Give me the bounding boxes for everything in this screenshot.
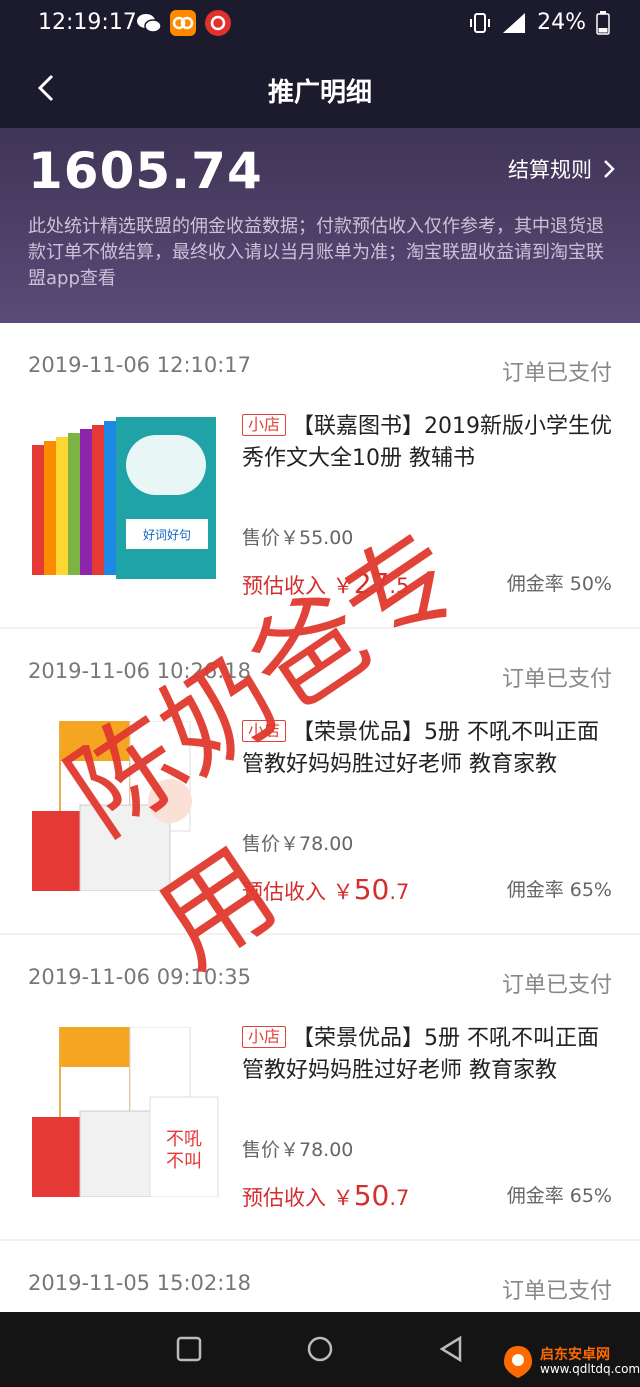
- order-status: 订单已支付: [501, 361, 612, 386]
- battery-percent: 24%: [537, 10, 586, 35]
- order-status: 订单已支付: [501, 667, 612, 692]
- triangle-back-icon: [439, 1335, 462, 1363]
- back-nav-button[interactable]: [436, 1334, 466, 1364]
- circle-icon: [307, 1336, 333, 1362]
- product-image: 不吼 不叫: [30, 1026, 220, 1198]
- status-right: 24%: [469, 10, 610, 35]
- svg-text:不叫: 不叫: [166, 1151, 202, 1172]
- music-icon: [205, 10, 231, 36]
- estimated-income: 预估收入 ￥50.7: [242, 873, 409, 906]
- wechat-icon: [136, 10, 162, 36]
- earnings-summary: 1605.74 结算规则 此处统计精选联盟的佣金收益数据；付款预估收入仅作参考，…: [0, 128, 640, 323]
- order-datetime: 2019-11-05 15:02:18: [28, 1271, 252, 1295]
- estimated-label: 预估收入 ￥: [242, 1186, 354, 1210]
- product-image: [30, 720, 220, 892]
- product-title-text: 【联嘉图书】2019新版小学生优秀作文大全10册 教辅书: [242, 414, 613, 471]
- estimated-income: 预估收入 ￥27.5: [242, 567, 409, 600]
- order-datetime: 2019-11-06 10:26:18: [28, 659, 252, 683]
- app-icon: [170, 10, 196, 36]
- order-status: 订单已支付: [501, 973, 612, 998]
- shop-tag: 小店: [242, 720, 287, 742]
- estimated-int: 50: [353, 873, 390, 906]
- order-card[interactable]: 2019-11-06 10:26:18 订单已支付 小店 【荣景优品】5册 不吼不…: [0, 629, 640, 933]
- estimated-income: 预估收入 ￥50.7: [242, 1179, 409, 1212]
- commission-rate: 佣金率 65%: [506, 879, 612, 901]
- signal-icon: [503, 12, 526, 33]
- order-card[interactable]: 2019-11-06 09:10:35 订单已支付 不吼 不叫 小店 【荣景优品】…: [0, 935, 640, 1239]
- shop-tag: 小店: [242, 414, 287, 436]
- chevron-right-icon: [604, 160, 615, 178]
- settlement-rules-link[interactable]: 结算规则: [508, 154, 616, 184]
- commission-rate: 佣金率 50%: [506, 573, 612, 595]
- product-image: 好词好句: [30, 415, 220, 585]
- order-datetime: 2019-11-06 09:10:35: [28, 965, 252, 989]
- order-card[interactable]: 2019-11-06 12:10:17 订单已支付 好词好句 小店 【联嘉图书】2…: [0, 323, 640, 627]
- vibrate-icon: [470, 12, 491, 33]
- estimated-int: 27: [353, 567, 390, 600]
- svg-text:好词好句: 好词好句: [143, 528, 191, 542]
- product-title[interactable]: 小店 【荣景优品】5册 不吼不叫正面管教好妈妈胜过好老师 教育家教: [242, 717, 614, 781]
- estimated-label: 预估收入 ￥: [242, 880, 354, 904]
- estimated-dec: .7: [389, 880, 410, 904]
- shop-tag: 小店: [242, 1026, 287, 1048]
- product-title[interactable]: 小店 【荣景优品】5册 不吼不叫正面管教好妈妈胜过好老师 教育家教: [242, 1023, 614, 1087]
- estimated-dec: .7: [389, 1186, 410, 1210]
- product-title-text: 【荣景优品】5册 不吼不叫正面管教好妈妈胜过好老师 教育家教: [242, 1026, 600, 1083]
- product-price: 售价￥55.00: [242, 527, 354, 549]
- nav-bar: 推广明细: [0, 48, 640, 128]
- svg-text:不吼: 不吼: [166, 1129, 202, 1150]
- product-title[interactable]: 小店 【联嘉图书】2019新版小学生优秀作文大全10册 教辅书: [242, 411, 614, 475]
- order-card[interactable]: 2019-11-05 15:02:18 订单已支付: [0, 1241, 640, 1312]
- commission-rate: 佣金率 65%: [506, 1185, 612, 1207]
- site-watermark: 启东安卓网 www.qdltdq.com: [500, 1342, 640, 1382]
- product-title-text: 【荣景优品】5册 不吼不叫正面管教好妈妈胜过好老师 教育家教: [242, 720, 600, 777]
- estimated-dec: .5: [389, 574, 410, 598]
- order-datetime: 2019-11-06 12:10:17: [28, 353, 252, 377]
- product-price: 售价￥78.00: [242, 833, 354, 855]
- status-bar: 12:19:17 24%: [0, 0, 640, 48]
- recent-apps-button[interactable]: [174, 1334, 204, 1364]
- page-title: 推广明细: [267, 78, 372, 108]
- settlement-rules-label: 结算规则: [508, 158, 592, 182]
- home-button[interactable]: [305, 1334, 335, 1364]
- estimated-label: 预估收入 ￥: [242, 574, 354, 598]
- watermark-title: 启东安卓网: [540, 1347, 610, 1363]
- battery-icon: [596, 10, 610, 35]
- watermark-logo-icon: [504, 1346, 532, 1378]
- estimated-int: 50: [353, 1179, 390, 1212]
- summary-note: 此处统计精选联盟的佣金收益数据；付款预估收入仅作参考，其中退货退款订单不做结算，…: [28, 216, 604, 289]
- watermark-url: www.qdltdq.com: [540, 1362, 640, 1376]
- status-time: 12:19:17: [38, 10, 137, 35]
- order-status: 订单已支付: [501, 1279, 612, 1304]
- square-icon: [176, 1336, 202, 1362]
- total-amount: 1605.74: [28, 142, 263, 200]
- product-price: 售价￥78.00: [242, 1139, 354, 1161]
